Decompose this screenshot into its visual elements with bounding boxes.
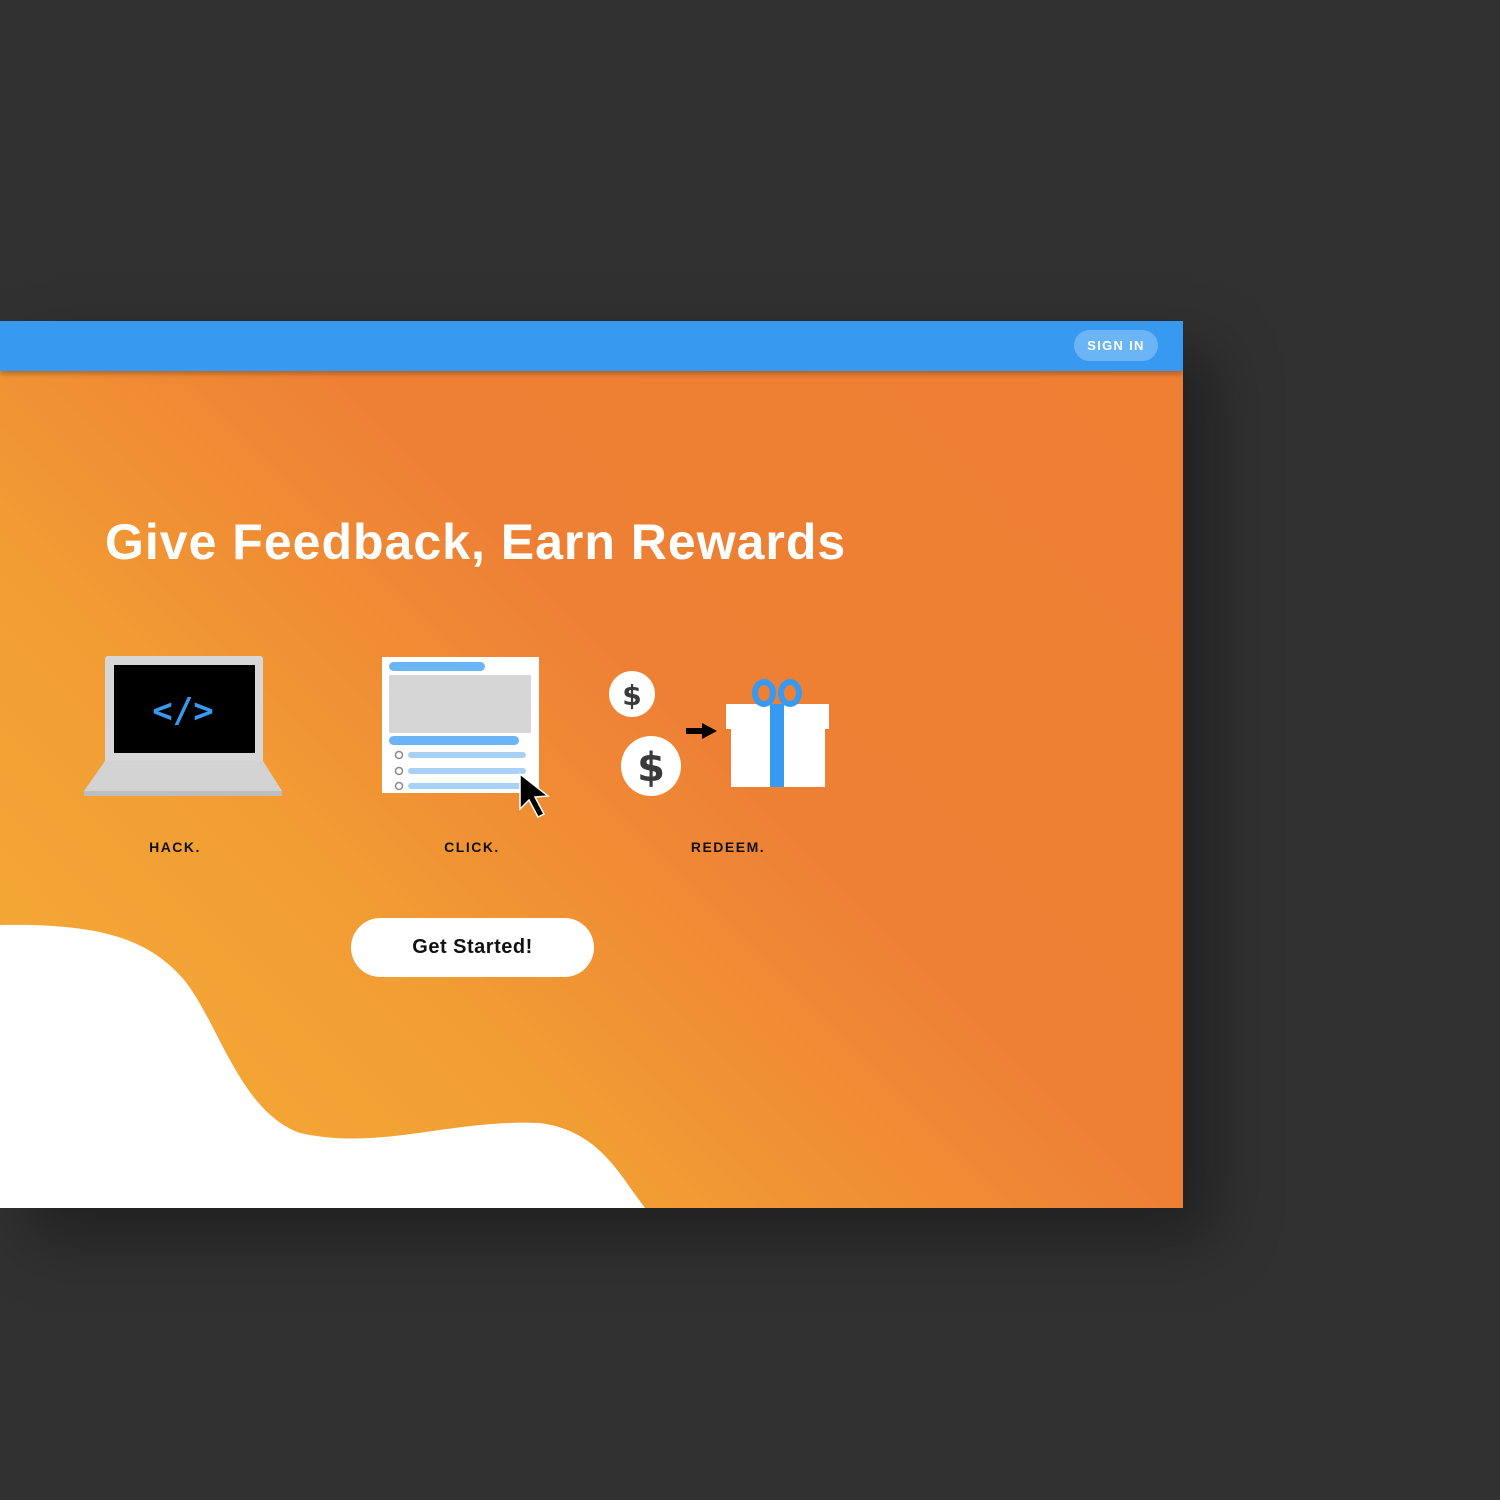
sign-in-button[interactable]: SIGN IN — [1074, 330, 1158, 361]
app-window: SIGN IN Give Feedback, Earn Rewards </> … — [0, 321, 1183, 1208]
survey-form-cursor-icon — [382, 657, 550, 818]
hero-section: Give Feedback, Earn Rewards </> HACK. CL… — [0, 371, 1183, 1208]
step-label-redeem: REDEEM. — [690, 839, 766, 855]
coins-to-gift-icon: $ $ — [609, 671, 829, 796]
dollar-coin-small: $ — [622, 679, 641, 712]
code-glyph: </> — [152, 691, 213, 731]
step-label-hack: HACK. — [149, 839, 201, 855]
step-label-click: CLICK. — [444, 839, 500, 855]
top-nav-bar: SIGN IN — [0, 321, 1183, 371]
laptop-code-icon: </> — [84, 656, 282, 796]
page-title: Give Feedback, Earn Rewards — [105, 514, 847, 570]
get-started-button[interactable]: Get Started! — [351, 918, 594, 977]
dollar-coin-large: $ — [637, 745, 665, 791]
